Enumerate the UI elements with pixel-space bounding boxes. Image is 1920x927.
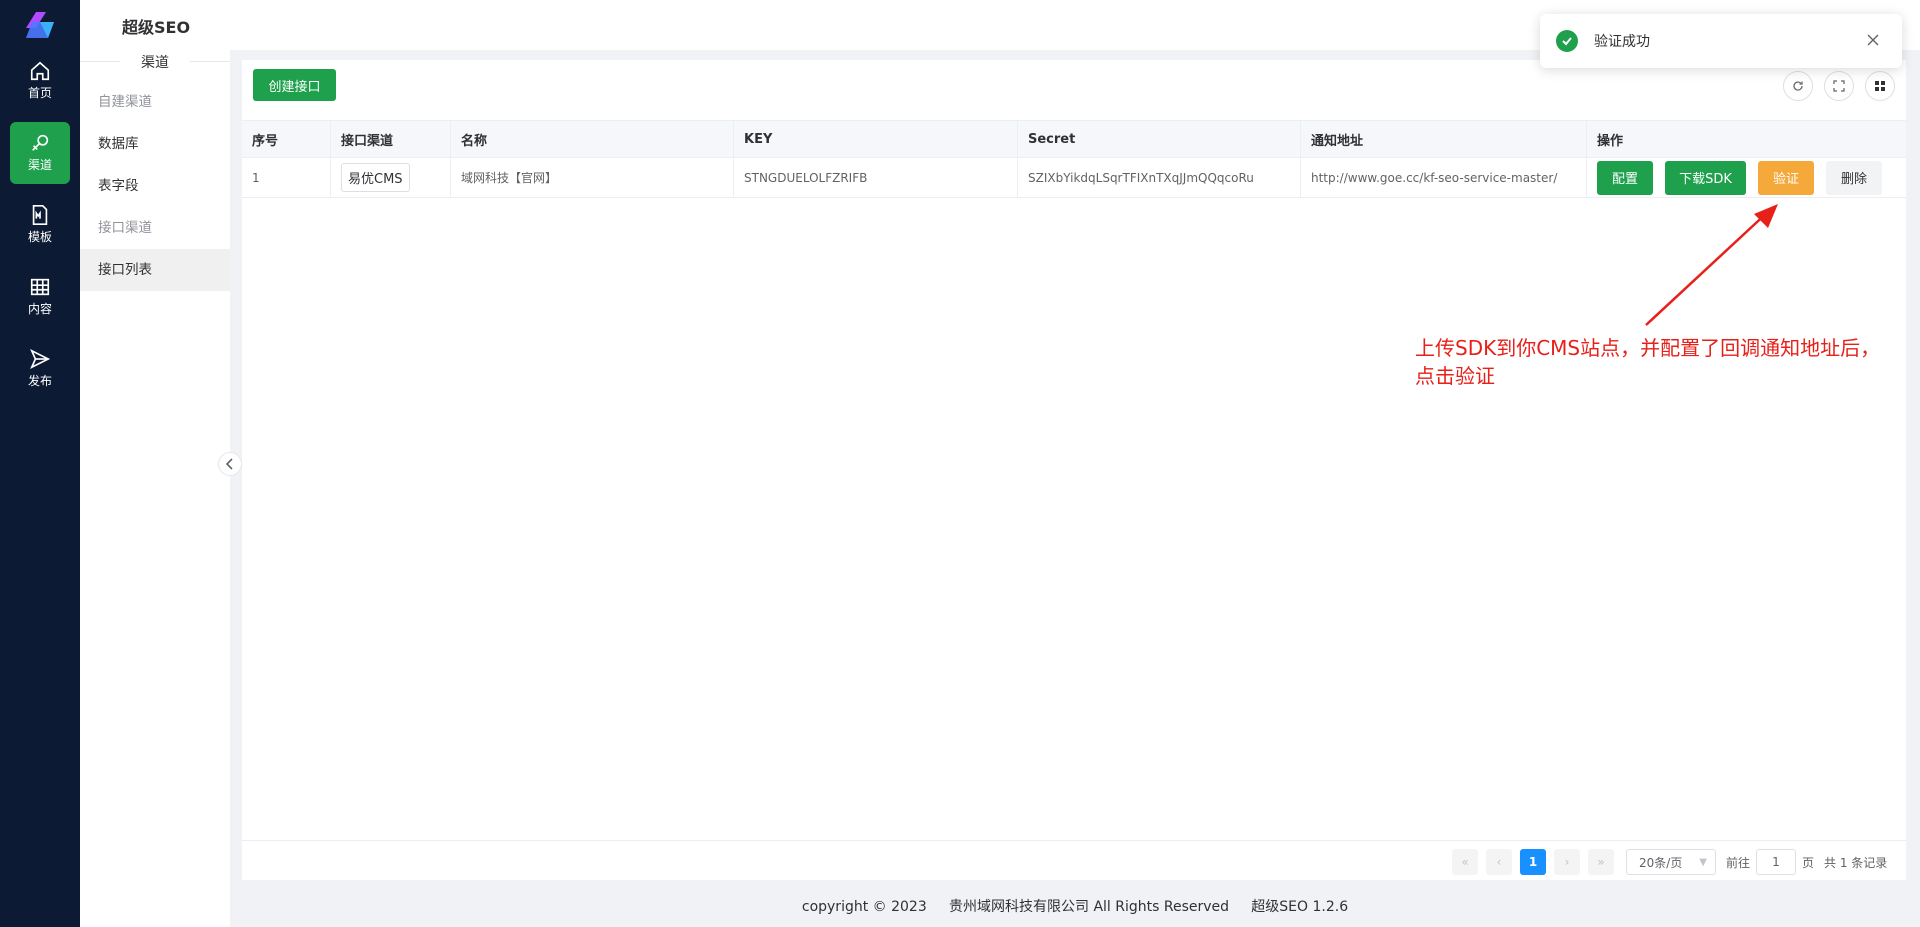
table-row: 1 易优CMS 域网科技【官网】 STNGDUELOLFZRIFB SZIXbY… bbox=[242, 158, 1906, 198]
create-api-button[interactable]: 创建接口 bbox=[253, 69, 336, 101]
column-header: 序号 bbox=[242, 121, 331, 157]
pagination: « ‹ 1 › » 20条/页 ▼ 前往 页 共 1 条记录 bbox=[242, 840, 1906, 880]
cell-key: STNGDUELOLFZRIFB bbox=[734, 158, 1018, 197]
app-title: 超级SEO bbox=[122, 18, 191, 37]
subnav-item-database[interactable]: 数据库 bbox=[80, 123, 230, 165]
goto-page-input[interactable] bbox=[1756, 849, 1796, 875]
column-header: 名称 bbox=[451, 121, 734, 157]
subnav-item-table-fields[interactable]: 表字段 bbox=[80, 165, 230, 207]
logo-icon bbox=[26, 12, 54, 38]
subnav-item-self-built[interactable]: 自建渠道 bbox=[80, 81, 230, 123]
nav-item-home[interactable]: 首页 bbox=[10, 50, 70, 112]
column-header: 通知地址 bbox=[1301, 121, 1587, 157]
total-records: 共 1 条记录 bbox=[1824, 855, 1888, 870]
column-header: 操作 bbox=[1597, 133, 1624, 149]
prev-page-button[interactable]: ‹ bbox=[1486, 849, 1512, 875]
annotation-line-1: 上传SDK到你CMS站点，并配置了回调通知地址后， bbox=[1415, 336, 1881, 360]
column-settings-button[interactable] bbox=[1865, 71, 1895, 101]
config-button[interactable]: 配置 bbox=[1597, 160, 1653, 195]
page-size-value: 20条/页 bbox=[1639, 855, 1683, 870]
nav-item-channel[interactable]: 渠道 bbox=[10, 122, 70, 184]
annotation-text: 上传SDK到你CMS站点，并配置了回调通知地址后， 点击验证 bbox=[1415, 334, 1905, 390]
table-header: 序号 接口渠道 名称 KEY Secret 通知地址 操作 bbox=[242, 120, 1906, 158]
subnav-item-api-list[interactable]: 接口列表 bbox=[80, 249, 230, 291]
first-page-button[interactable]: « bbox=[1452, 849, 1478, 875]
download-sdk-button[interactable]: 下载SDK bbox=[1665, 160, 1746, 195]
fullscreen-button[interactable] bbox=[1824, 71, 1854, 101]
delete-button[interactable]: 删除 bbox=[1826, 160, 1882, 195]
template-icon bbox=[32, 205, 48, 225]
column-header: Secret bbox=[1018, 121, 1301, 157]
collapse-sidebar-button[interactable] bbox=[218, 452, 242, 476]
channel-tag: 易优CMS bbox=[341, 163, 410, 192]
column-header: 接口渠道 bbox=[331, 121, 451, 157]
column-header: KEY bbox=[734, 121, 1018, 157]
goto-suffix: 页 bbox=[1802, 855, 1815, 870]
close-toast-button[interactable] bbox=[1862, 29, 1884, 51]
caret-down-icon: ▼ bbox=[1699, 856, 1707, 868]
grid-settings-icon bbox=[1875, 81, 1885, 91]
cell-secret: SZIXbYikdqLSqrTFIXnTXqJJmQQqcoRu bbox=[1018, 158, 1301, 197]
send-icon bbox=[30, 348, 51, 370]
subnav-group-title: 渠道 bbox=[80, 52, 230, 72]
nav-item-publish[interactable]: 发布 bbox=[10, 338, 70, 400]
goto-label: 前往 bbox=[1726, 855, 1751, 870]
nav-label: 模板 bbox=[27, 230, 52, 244]
next-page-button[interactable]: › bbox=[1554, 849, 1580, 875]
home-icon bbox=[30, 61, 50, 81]
footer-copyright: copyright © 2023 bbox=[801, 899, 927, 915]
nav-item-content[interactable]: 内容 bbox=[10, 266, 70, 328]
cell-index: 1 bbox=[242, 158, 331, 197]
refresh-button[interactable] bbox=[1783, 71, 1813, 101]
verify-button[interactable]: 验证 bbox=[1758, 160, 1814, 195]
nav-label: 内容 bbox=[27, 302, 52, 316]
footer-version: 超级SEO 1.2.6 bbox=[1251, 899, 1349, 915]
nav-item-template[interactable]: 模板 bbox=[10, 194, 70, 256]
icon-sidebar: 首页 渠道 模板 内容 发布 bbox=[0, 0, 80, 927]
annotation-line-2: 点击验证 bbox=[1415, 364, 1495, 388]
cell-name: 域网科技【官网】 bbox=[451, 158, 734, 197]
footer-company: 贵州域网科技有限公司 All Rights Reserved bbox=[949, 899, 1230, 915]
cell-notify-url: http://www.goe.cc/kf-seo-service-master/ bbox=[1301, 158, 1587, 197]
current-page[interactable]: 1 bbox=[1520, 849, 1546, 875]
cell-actions: 配置 下载SDK 验证 删除 bbox=[1587, 158, 1906, 197]
nav-label: 首页 bbox=[27, 86, 52, 100]
cell-channel: 易优CMS bbox=[331, 158, 451, 197]
sub-sidebar: 超级SEO 渠道 自建渠道 数据库 表字段 接口渠道 接口列表 bbox=[80, 0, 230, 927]
success-toast: 验证成功 bbox=[1540, 14, 1902, 68]
grid-icon bbox=[30, 278, 50, 296]
annotation-arrow-icon bbox=[1645, 204, 1778, 326]
check-circle-icon bbox=[1556, 30, 1578, 52]
api-list-card: 创建接口 序号 接口渠道 名称 KEY Secret 通知地址 操作 1 易优C… bbox=[242, 60, 1906, 880]
toast-message: 验证成功 bbox=[1594, 34, 1650, 50]
close-icon bbox=[1867, 34, 1879, 46]
subnav-item-api-channel[interactable]: 接口渠道 bbox=[80, 207, 230, 249]
last-page-button[interactable]: » bbox=[1588, 849, 1614, 875]
fullscreen-icon bbox=[1833, 80, 1845, 92]
nav-label: 渠道 bbox=[27, 158, 52, 172]
nav-label: 发布 bbox=[27, 374, 52, 388]
footer: copyright © 2023 贵州域网科技有限公司 All Rights R… bbox=[230, 896, 1920, 916]
link-icon bbox=[32, 134, 49, 151]
page-size-select[interactable]: 20条/页 ▼ bbox=[1626, 849, 1716, 875]
chevron-left-icon bbox=[225, 458, 233, 470]
refresh-icon bbox=[1793, 81, 1803, 91]
